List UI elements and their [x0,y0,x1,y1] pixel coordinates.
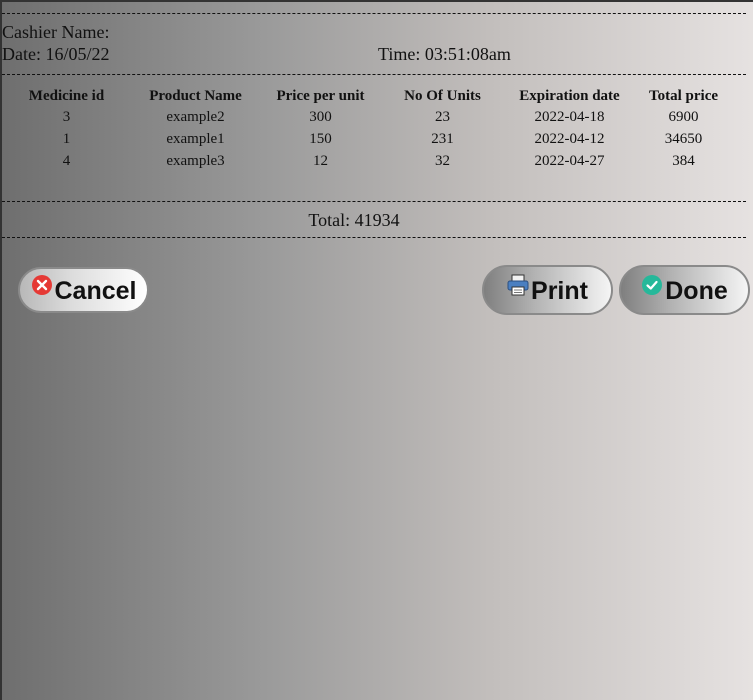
column-header-no-of-units: No Of Units [404,87,481,104]
done-button-label: Done [665,276,728,305]
divider-header [2,74,746,75]
divider-top [2,13,746,14]
cell-product-name: example2 [166,108,225,125]
cell-price-per-unit: 150 [309,130,332,147]
cell-product-name: example1 [166,130,225,147]
column-header-total-price: Total price [648,87,719,104]
cell-medicine-id: 1 [62,130,71,147]
cancel-button-label: Cancel [54,276,137,305]
table-row: 4 example3 12 32 2022-04-27 384 [14,150,744,172]
cell-medicine-id: 3 [62,108,71,125]
cell-total-price: 384 [672,152,695,169]
table-row: 3 example2 300 23 2022-04-18 6900 [14,106,744,128]
cell-expiration-date: 2022-04-12 [534,130,605,147]
cell-price-per-unit: 300 [309,108,332,125]
receipt-table: Medicine id Product Name Price per unit … [14,86,744,172]
cell-medicine-id: 4 [62,152,71,169]
cell-expiration-date: 2022-04-27 [534,152,605,169]
table-row: 1 example1 150 231 2022-04-12 34650 [14,128,744,150]
cell-total-price: 34650 [664,130,703,147]
column-header-product-name: Product Name [149,87,242,104]
check-circle-icon [641,274,663,296]
time-label: Time: 03:51:08am [378,44,511,64]
column-header-price-per-unit: Price per unit [276,87,365,104]
divider-total-bottom [2,237,746,238]
cell-total-price: 6900 [668,108,699,125]
window-left-border [0,0,2,700]
close-circle-icon [31,274,53,296]
column-header-expiration-date: Expiration date [519,87,620,104]
window-top-border [0,0,753,2]
column-header-medicine-id: Medicine id [28,87,105,104]
print-button[interactable]: Print [482,265,613,315]
cell-no-of-units: 23 [435,108,450,125]
total-label: Total: 41934 [308,210,400,230]
printer-icon [507,274,529,296]
cell-expiration-date: 2022-04-18 [534,108,605,125]
cell-no-of-units: 32 [435,152,450,169]
date-label: Date: 16/05/22 [2,44,110,64]
divider-table-bottom [2,201,746,202]
table-header-row: Medicine id Product Name Price per unit … [14,86,744,106]
cancel-button[interactable]: Cancel [18,267,149,313]
cell-no-of-units: 231 [431,130,454,147]
done-button[interactable]: Done [619,265,750,315]
cell-product-name: example3 [166,152,225,169]
print-button-label: Print [531,276,588,305]
cashier-name-label: Cashier Name: [2,22,110,42]
cell-price-per-unit: 12 [313,152,328,169]
